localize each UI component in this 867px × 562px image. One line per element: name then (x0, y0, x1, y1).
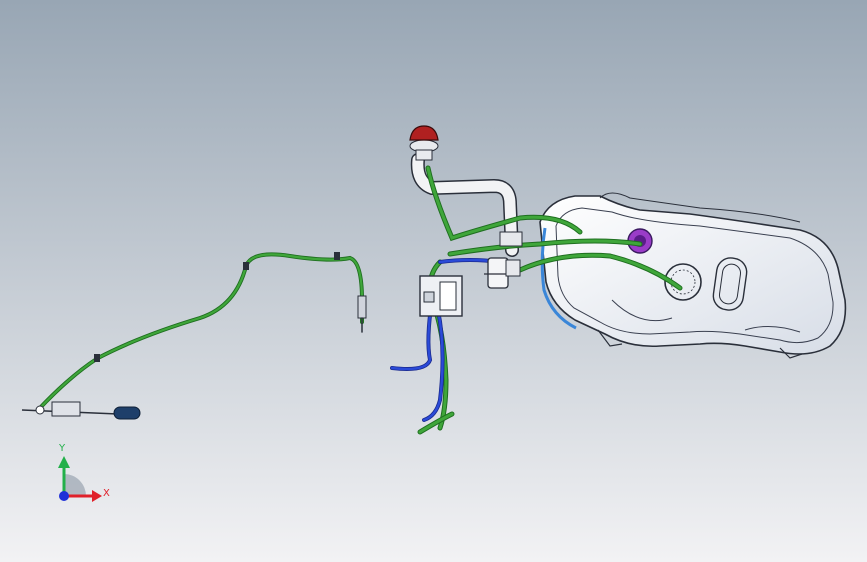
filter-body (487, 257, 509, 289)
pedal-pad[interactable] (113, 406, 141, 420)
cable-clip-3 (94, 354, 100, 362)
evap-canister[interactable] (419, 275, 463, 317)
cable-clip-2 (334, 252, 340, 260)
canister-panel (439, 281, 457, 311)
triad-x-label: X (103, 488, 110, 499)
pedal-pivot (35, 405, 45, 415)
cable-clip-1 (243, 262, 249, 270)
canister-port (423, 291, 435, 303)
triad-z-axis (59, 491, 69, 501)
filter-bracket (505, 259, 521, 277)
valve-block (499, 231, 523, 247)
graphics-viewport[interactable]: X Y (0, 0, 867, 562)
cable-end-fitting (357, 295, 367, 319)
pedal-bracket (51, 401, 81, 417)
filler-neck-collar (415, 149, 433, 161)
model-canvas[interactable] (0, 0, 867, 562)
triad-y-label: Y (59, 443, 66, 454)
